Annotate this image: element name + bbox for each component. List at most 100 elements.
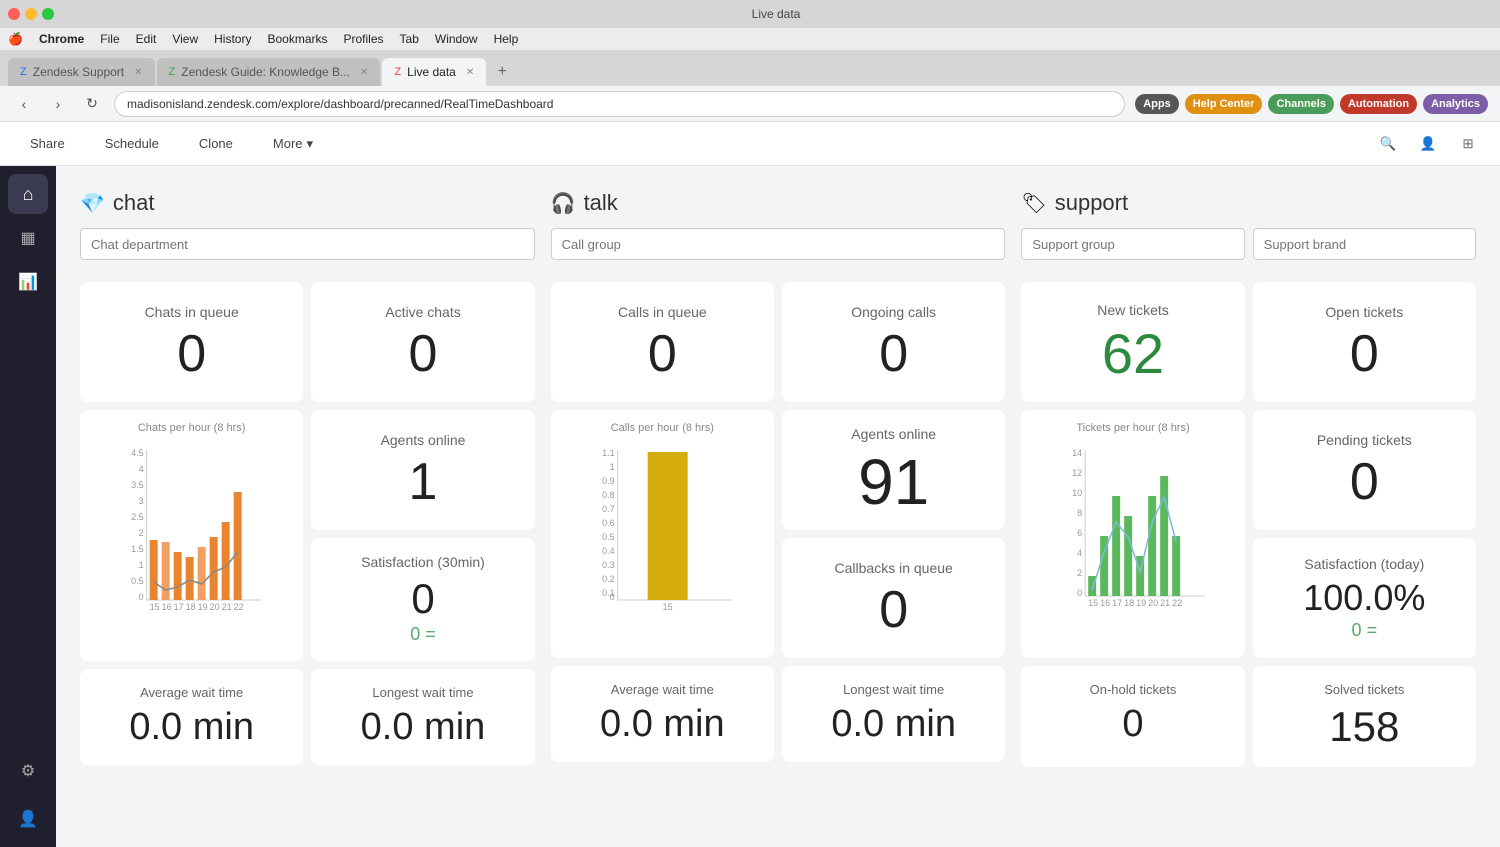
talk-title: talk [584, 190, 618, 216]
on-hold-tickets-card: On-hold tickets 0 [1021, 666, 1244, 767]
menu-bookmarks[interactable]: Bookmarks [267, 32, 327, 46]
y-label: 8 [1077, 508, 1082, 518]
y-label: 0 [139, 592, 144, 602]
y-label: 0.8 [602, 490, 615, 500]
help-center-pill[interactable]: Help Center [1185, 94, 1263, 114]
apps-pill[interactable]: Apps [1135, 94, 1179, 114]
bar-3 [174, 552, 182, 600]
tab-close-icon[interactable]: ✕ [134, 67, 142, 78]
menu-view[interactable]: View [172, 32, 198, 46]
callbacks-in-queue-value: 0 [879, 584, 908, 636]
user-button[interactable]: 👤 [1412, 128, 1444, 160]
y-label: 0.9 [602, 476, 615, 486]
tab-live-data[interactable]: Z Live data ✕ [382, 58, 486, 86]
call-group-filter[interactable] [551, 228, 1006, 260]
share-button[interactable]: Share [16, 129, 79, 159]
talk-section-head: 🎧 talk [543, 190, 1014, 270]
bar [1160, 476, 1168, 596]
sidebar-item-home[interactable]: ⌂ [8, 174, 48, 214]
search-button[interactable]: 🔍 [1372, 128, 1404, 160]
y-label: 14 [1072, 448, 1082, 458]
big-bar [647, 452, 687, 600]
support-group-filter[interactable] [1021, 228, 1244, 260]
menu-profiles[interactable]: Profiles [344, 32, 384, 46]
y-label: 0 [1077, 588, 1082, 598]
y-label: 0.6 [602, 518, 615, 528]
sidebar-item-settings[interactable]: ⚙ [8, 751, 48, 791]
menu-tab[interactable]: Tab [400, 32, 419, 46]
y-label: 0.5 [131, 576, 144, 586]
chat-satisfaction-label: Satisfaction (30min) [361, 554, 485, 570]
x-label: 18 [1124, 598, 1134, 608]
browser-window: Live data 🍎 Chrome File Edit View Histor… [0, 0, 1500, 847]
support-title: support [1055, 190, 1128, 216]
y-label: 12 [1072, 468, 1082, 478]
close-button[interactable] [8, 8, 20, 20]
talk-row2: Calls per hour (8 hrs) 1.1 1 0.9 0.8 0.7… [551, 410, 1006, 658]
minimize-button[interactable] [25, 8, 37, 20]
url-bar[interactable]: madisonisland.zendesk.com/explore/dashbo… [114, 91, 1125, 117]
open-tickets-value: 0 [1350, 328, 1379, 380]
refresh-button[interactable]: ↻ [80, 92, 104, 116]
y-label: 1 [139, 560, 144, 570]
open-tickets-label: Open tickets [1325, 304, 1403, 320]
channels-pill[interactable]: Channels [1268, 94, 1334, 114]
active-chats-value: 0 [409, 328, 438, 380]
x-label: 22 [234, 602, 244, 612]
chat-department-filter[interactable] [80, 228, 535, 260]
schedule-button[interactable]: Schedule [91, 129, 173, 159]
support-row1: New tickets 62 Open tickets 0 [1021, 282, 1476, 402]
new-tickets-card: New tickets 62 [1021, 282, 1244, 402]
x-label: 22 [1172, 598, 1182, 608]
menu-apple[interactable]: 🍎 [8, 32, 23, 46]
solved-tickets-card: Solved tickets 158 [1253, 666, 1476, 767]
support-brand-filter[interactable] [1253, 228, 1476, 260]
new-tab-button[interactable]: + [488, 58, 516, 86]
on-hold-tickets-label: On-hold tickets [1090, 682, 1177, 697]
sidebar-item-charts[interactable]: 📊 [8, 262, 48, 302]
menu-window[interactable]: Window [435, 32, 478, 46]
callbacks-in-queue-card: Callbacks in queue 0 [782, 538, 1005, 658]
tab-zendesk-support[interactable]: Z Zendesk Support ✕ [8, 58, 155, 86]
tab-close-icon[interactable]: ✕ [360, 67, 368, 78]
menu-help[interactable]: Help [494, 32, 519, 46]
x-label: 20 [210, 602, 220, 612]
support-satisfaction-sub: 0 = [1352, 620, 1378, 641]
title-bar: Live data [0, 0, 1500, 28]
y-label: 4 [1077, 548, 1082, 558]
chat-row3: Average wait time 0.0 min Longest wait t… [80, 669, 535, 765]
automation-pill[interactable]: Automation [1340, 94, 1417, 114]
clone-button[interactable]: Clone [185, 129, 247, 159]
fullscreen-button[interactable] [42, 8, 54, 20]
tickets-per-hour-chart: Tickets per hour (8 hrs) 14 12 10 8 6 4 … [1021, 410, 1244, 658]
sidebar-item-dashboard[interactable]: ▦ [8, 218, 48, 258]
support-icon: 🏷 [1021, 191, 1046, 216]
menu-edit[interactable]: Edit [136, 32, 157, 46]
back-button[interactable]: ‹ [12, 92, 36, 116]
menu-file[interactable]: File [100, 32, 119, 46]
y-label: 1.1 [602, 448, 615, 458]
menu-history[interactable]: History [214, 32, 251, 46]
solved-tickets-value: 158 [1329, 703, 1399, 751]
calls-chart-title: Calls per hour (8 hrs) [563, 422, 762, 434]
chart-icon: 📊 [18, 272, 38, 292]
chat-longest-wait-label: Longest wait time [372, 685, 473, 700]
analytics-pill[interactable]: Analytics [1423, 94, 1488, 114]
menu-chrome[interactable]: Chrome [39, 32, 84, 46]
tab-close-icon[interactable]: ✕ [466, 67, 474, 78]
y-label: 1.5 [131, 544, 144, 554]
tab-zendesk-guide[interactable]: Z Zendesk Guide: Knowledge B... ✕ [157, 58, 381, 86]
sidebar-item-user[interactable]: 👤 [8, 799, 48, 839]
grid-button[interactable]: ⊞ [1452, 128, 1484, 160]
y-label: 6 [1077, 528, 1082, 538]
calls-in-queue-card: Calls in queue 0 [551, 282, 774, 402]
more-button[interactable]: More ▾ [259, 129, 327, 159]
chats-in-queue-card: Chats in queue 0 [80, 282, 303, 402]
talk-header: 🎧 talk [551, 190, 1006, 216]
support-column: New tickets 62 Open tickets 0 Tickets pe… [1013, 282, 1484, 775]
forward-button[interactable]: › [46, 92, 70, 116]
chat-agents-online-card: Agents online 1 [311, 410, 534, 530]
new-tickets-label: New tickets [1097, 302, 1169, 318]
chat-avg-wait-card: Average wait time 0.0 min [80, 669, 303, 765]
y-label: 0.3 [602, 560, 615, 570]
